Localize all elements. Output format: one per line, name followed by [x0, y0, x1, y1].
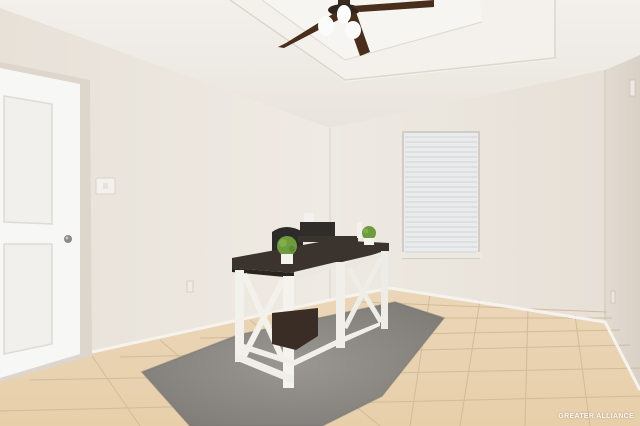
window-blinds [401, 131, 482, 259]
thermostat [629, 79, 636, 97]
wall-outlet [186, 280, 194, 293]
fan-light-3 [345, 21, 361, 39]
room-photo: GREATER ALLIANCE [0, 0, 640, 426]
fan-light-2 [337, 5, 351, 23]
potted-plant-right [362, 226, 376, 245]
wall-outlet-right [610, 290, 616, 304]
desk-bottle [357, 222, 362, 238]
room-illustration [0, 0, 640, 426]
door [0, 62, 92, 382]
watermark-logo: GREATER ALLIANCE [558, 413, 634, 420]
fan-light-1 [318, 16, 334, 36]
